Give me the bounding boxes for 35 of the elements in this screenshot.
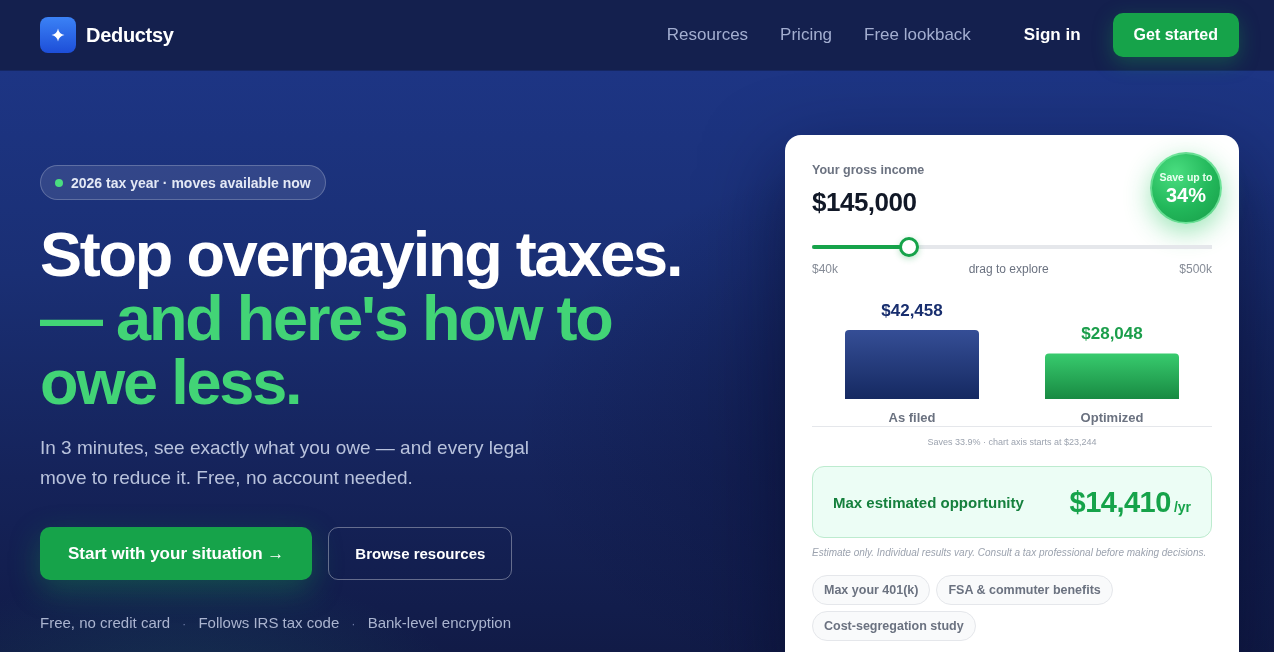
strategy-chip: Cost-segregation study: [812, 611, 976, 641]
strategy-chip: FSA & commuter benefits: [936, 575, 1113, 605]
bar-value-label: $28,048: [1081, 324, 1143, 344]
nav-link[interactable]: Resources: [666, 25, 749, 45]
savings-caption: Save up to: [1159, 170, 1213, 183]
trust-item: Bank-level encryption: [367, 613, 512, 633]
opportunity-amount: $14,410: [1069, 485, 1171, 519]
chart-note: Saves 33.9% · chart axis starts at $23,244: [927, 436, 1097, 448]
slider-min-label: $40k: [812, 261, 839, 277]
strategy-chip: Max your 401(k): [812, 575, 931, 605]
opportunity-unit: /yr: [1173, 498, 1191, 515]
status-dot-icon: [55, 178, 63, 187]
income-value: $145,000: [812, 186, 917, 218]
announcement-text: 2026 tax year · moves available now: [71, 174, 311, 191]
bar-category-label: As filed: [888, 410, 936, 425]
separator-dot: ·: [351, 615, 356, 631]
slider-thumb[interactable]: [898, 237, 919, 257]
income-label: Your gross income: [812, 162, 925, 178]
trust-item: Free, no credit card: [40, 613, 171, 633]
browse-resources-button[interactable]: Browse resources: [328, 527, 513, 580]
separator-dot: ·: [182, 615, 187, 631]
disclaimer-text: Estimate only. Individual results vary. Consult a tax professional before making decisions.: [812, 546, 1207, 560]
sparkle-icon: [40, 17, 76, 53]
nav-link[interactable]: Pricing: [780, 25, 833, 45]
bar-category-label: Optimized: [1080, 410, 1144, 425]
nav-link[interactable]: Free lookback: [864, 25, 971, 45]
slider-hint: drag to explore: [968, 261, 1049, 277]
opportunity-label: Max estimated opportunity: [833, 493, 1024, 511]
slider-max-label: $500k: [1179, 261, 1212, 277]
brand-name: Deductsy: [86, 23, 174, 47]
bar-value-label: $42,458: [881, 301, 943, 320]
hero-subtitle: In 3 minutes, see exactly what you owe — and every legal move to reduce it. Free, no account needed.: [40, 436, 530, 490]
sign-in-link[interactable]: Sign in: [1023, 25, 1081, 45]
trust-item: Follows IRS tax code: [198, 613, 340, 633]
savings-percent: 34%: [1166, 183, 1206, 206]
